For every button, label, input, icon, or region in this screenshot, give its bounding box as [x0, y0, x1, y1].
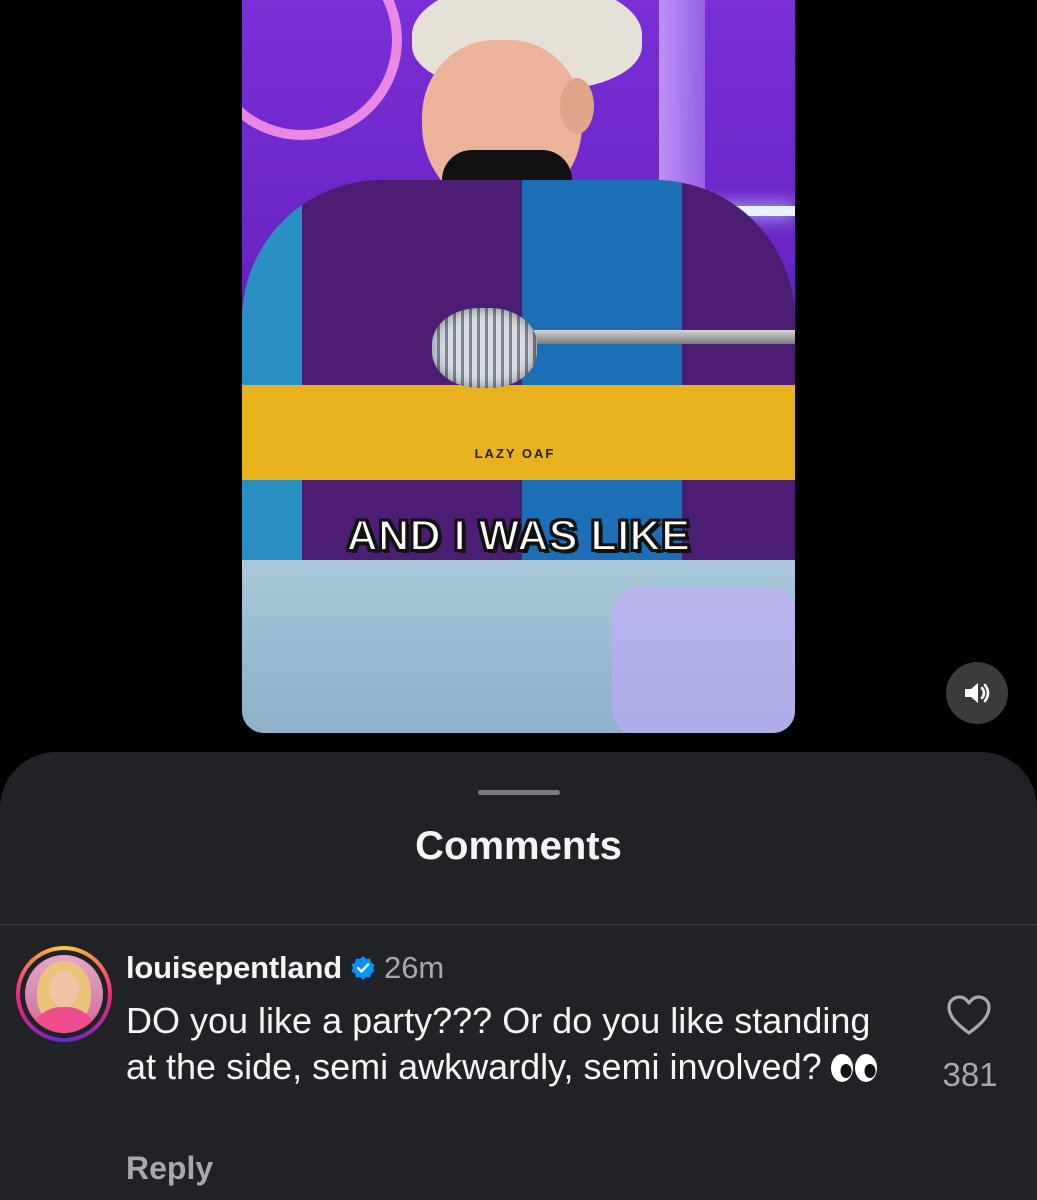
speaker-icon [965, 683, 990, 703]
eyes-emoji-icon [830, 1048, 878, 1094]
reel-video[interactable]: LAZY OAF AND I WAS LIKE [242, 0, 795, 733]
video-caption: AND I WAS LIKE [346, 511, 691, 561]
neon-ring [242, 0, 402, 140]
divider [0, 924, 1037, 925]
mic-arm [492, 330, 795, 344]
microphone [432, 308, 537, 388]
background-pillar [659, 0, 705, 210]
mute-button[interactable] [946, 662, 1008, 724]
sheet-title: Comments [415, 824, 622, 868]
person-ear [560, 78, 594, 134]
sweater-logo: LAZY OAF [474, 446, 556, 461]
comment-header: louisepentland 26m [126, 948, 444, 988]
comment-timestamp: 26m [383, 950, 445, 985]
sheet-drag-handle[interactable] [478, 790, 560, 795]
comment-username[interactable]: louisepentland [126, 950, 342, 986]
comment-text: DO you like a party??? Or do you like st… [126, 998, 906, 1094]
avatar-story-ring[interactable] [16, 946, 112, 1042]
comments-sheet: Comments louisepentland 26m DO you like … [0, 752, 1037, 1200]
avatar [25, 955, 103, 1033]
verified-badge-icon [351, 956, 375, 980]
heart-icon[interactable] [946, 994, 992, 1036]
like-count: 381 [942, 1056, 998, 1093]
inflatable-chair [612, 588, 795, 733]
reply-button[interactable]: Reply [126, 1150, 213, 1187]
